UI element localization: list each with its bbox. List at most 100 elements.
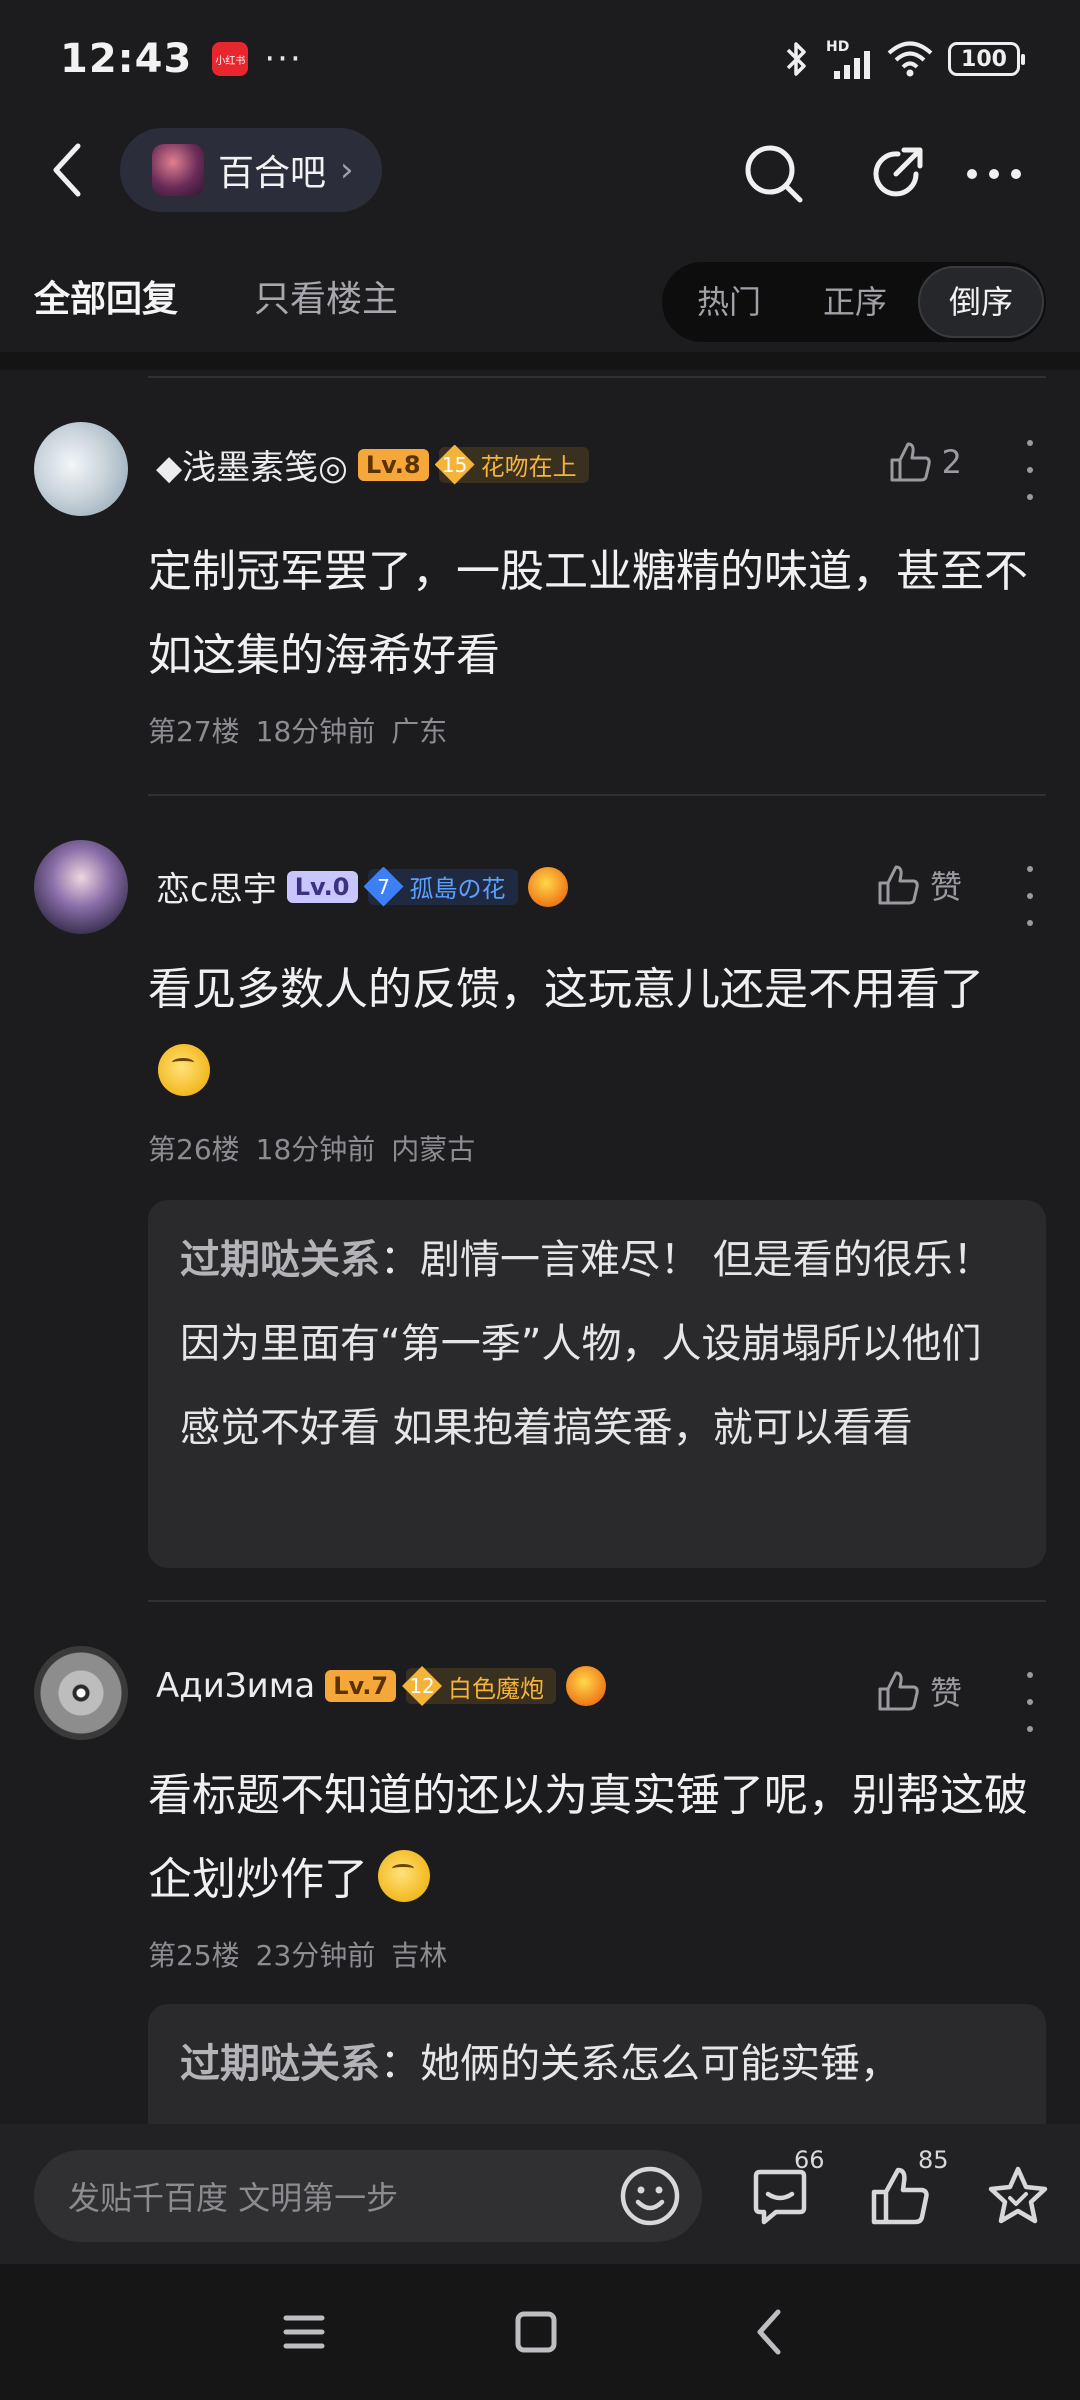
square-icon bbox=[515, 2311, 557, 2353]
post-location: 广东 bbox=[391, 715, 448, 748]
avatar[interactable] bbox=[34, 840, 128, 934]
sub-reply-box[interactable]: 过期哒关系：剧情一言难尽！ 但是看的很乐！ 因为里面有“第一季”人物，人设崩塌所… bbox=[148, 1200, 1046, 1568]
forum-button[interactable]: 百合吧 › bbox=[120, 128, 382, 212]
reply-input-placeholder: 发贴千百度 文明第一步 bbox=[68, 2179, 399, 2217]
smirk-emoji-icon bbox=[378, 1850, 430, 1902]
comments-button[interactable]: 66 bbox=[744, 2146, 825, 2232]
cellular-signal-icon: HD bbox=[826, 39, 872, 79]
sort-hot-button[interactable]: 热门 bbox=[666, 266, 792, 338]
floor-number: 第27楼 bbox=[148, 715, 240, 748]
post-location: 内蒙古 bbox=[391, 1133, 476, 1166]
more-horizontal-icon bbox=[967, 169, 1021, 179]
xiaohongshu-app-icon: 小红书 bbox=[212, 42, 249, 76]
tab-all-replies[interactable]: 全部回复 bbox=[34, 270, 178, 322]
like-post-button[interactable]: 85 bbox=[864, 2146, 949, 2232]
status-bar: 12:43 小红书 ··· HD 100 bbox=[0, 0, 1080, 118]
post-content: 看见多数人的反馈，这玩意儿还是不用看了 bbox=[148, 948, 1038, 1116]
sort-ascending-button[interactable]: 正序 bbox=[792, 266, 918, 338]
reply-username[interactable]: 过期哒关系 bbox=[180, 2041, 380, 2087]
like-button[interactable]: 赞 bbox=[876, 1668, 962, 1714]
like-label: 赞 bbox=[929, 1674, 962, 1712]
chevron-left-icon bbox=[757, 2309, 781, 2355]
username[interactable]: ◆浅墨素笺◎ bbox=[156, 440, 348, 489]
divider bbox=[148, 1600, 1046, 1602]
reply-text: ：她俩的关系怎么可能实锤， bbox=[380, 2041, 900, 2087]
sub-reply-box[interactable]: 过期哒关系：她俩的关系怎么可能实锤， bbox=[148, 2004, 1046, 2144]
share-icon bbox=[873, 147, 923, 197]
status-time: 12:43 bbox=[60, 36, 193, 82]
wifi-icon bbox=[887, 41, 933, 77]
star-icon bbox=[988, 2166, 1048, 2224]
level-badge: Lv.0 bbox=[286, 870, 358, 903]
post-content: 定制冠军罢了，一股工业糖精的味道，甚至不如这集的海希好看 bbox=[148, 546, 1028, 681]
sub-reply: 过期哒关系：剧情一言难尽！ 但是看的很乐！ 因为里面有“第一季”人物，人设崩塌所… bbox=[180, 1218, 1014, 1470]
chevron-right-icon: › bbox=[340, 150, 354, 190]
post-text: 看见多数人的反馈，这玩意儿还是不用看了 bbox=[148, 964, 984, 1015]
post-more-button[interactable] bbox=[1020, 1672, 1040, 1732]
system-back-button[interactable] bbox=[736, 2298, 804, 2366]
honor-badge: 15 花吻在上 bbox=[434, 444, 589, 485]
divider bbox=[148, 376, 1046, 378]
tab-op-only[interactable]: 只看楼主 bbox=[254, 270, 398, 322]
chevron-left-icon bbox=[53, 143, 81, 197]
back-button[interactable] bbox=[36, 138, 100, 202]
username[interactable]: АдиЗима bbox=[156, 1666, 315, 1706]
recents-button[interactable] bbox=[270, 2298, 338, 2366]
emoji-badge-icon bbox=[566, 1666, 607, 1706]
honor-badge: 12 白色魔炮 bbox=[402, 1666, 557, 1706]
post-meta: 第25楼 23分钟前 吉林 bbox=[148, 1934, 447, 1974]
floor-number: 第26楼 bbox=[148, 1133, 240, 1166]
badge-text: 花吻在上 bbox=[480, 453, 577, 481]
sub-reply: 过期哒关系：她俩的关系怎么可能实锤， bbox=[180, 2022, 1014, 2106]
forum-avatar bbox=[152, 144, 204, 196]
post-location: 吉林 bbox=[391, 1939, 448, 1972]
thumbs-up-icon bbox=[878, 865, 919, 905]
emoji-button[interactable] bbox=[614, 2160, 686, 2232]
sort-descending-button[interactable]: 倒序 bbox=[918, 266, 1044, 338]
user-info-row: 恋c思宇 Lv.0 7 孤島の花 bbox=[156, 862, 568, 911]
like-count: 2 bbox=[941, 443, 962, 481]
home-button[interactable] bbox=[502, 2298, 570, 2366]
filter-row: 全部回复 只看楼主 热门 正序 倒序 bbox=[0, 250, 1080, 350]
top-nav: 百合吧 › bbox=[0, 120, 1080, 220]
forum-name: 百合吧 bbox=[218, 153, 327, 194]
post-more-button[interactable] bbox=[1020, 440, 1040, 500]
like-button[interactable]: 赞 bbox=[876, 862, 962, 908]
avatar[interactable] bbox=[34, 1646, 128, 1740]
smirk-emoji-icon bbox=[158, 1044, 210, 1096]
menu-icon bbox=[283, 2315, 325, 2349]
post-time: 18分钟前 bbox=[255, 1133, 376, 1166]
user-info-row: ◆浅墨素笺◎ Lv.8 15 花吻在上 bbox=[156, 440, 589, 489]
divider bbox=[148, 794, 1046, 796]
search-button[interactable] bbox=[742, 142, 806, 206]
section-gap bbox=[0, 352, 1080, 370]
like-count: 85 bbox=[918, 2146, 949, 2174]
post-more-button[interactable] bbox=[1020, 866, 1040, 926]
badge-level-icon: 12 bbox=[402, 1666, 443, 1706]
user-info-row: АдиЗима Lv.7 12 白色魔炮 bbox=[156, 1666, 607, 1706]
level-badge: Lv.7 bbox=[325, 1670, 397, 1702]
post-text: 看标题不知道的还以为真实锤了呢，别帮这破企划炒作了 bbox=[148, 1770, 1028, 1905]
thumbs-up-icon bbox=[878, 1671, 919, 1711]
sort-toggle: 热门 正序 倒序 bbox=[662, 262, 1046, 342]
like-button[interactable]: 2 bbox=[888, 440, 962, 484]
post-time: 23分钟前 bbox=[255, 1939, 376, 1972]
reply-input[interactable]: 发贴千百度 文明第一步 bbox=[34, 2150, 702, 2242]
system-navigation-bar bbox=[0, 2264, 1080, 2400]
reply-username[interactable]: 过期哒关系 bbox=[180, 1237, 380, 1283]
reply-input-bar: 发贴千百度 文明第一步 66 85 bbox=[0, 2124, 1080, 2264]
status-indicators: HD 100 bbox=[782, 39, 1025, 79]
badge-text: 孤島の花 bbox=[409, 875, 506, 903]
more-button[interactable] bbox=[962, 142, 1026, 206]
username[interactable]: 恋c思宇 bbox=[156, 862, 277, 911]
favorite-button[interactable] bbox=[982, 2160, 1054, 2232]
avatar[interactable] bbox=[34, 422, 128, 516]
bluetooth-icon bbox=[786, 42, 806, 76]
level-badge: Lv.8 bbox=[357, 448, 429, 481]
comment-count: 66 bbox=[794, 2146, 825, 2174]
floor-number: 第25楼 bbox=[148, 1939, 240, 1972]
like-label: 赞 bbox=[929, 868, 962, 906]
badge-level-icon: 15 bbox=[434, 444, 475, 485]
share-button[interactable] bbox=[866, 142, 930, 206]
post-time: 18分钟前 bbox=[255, 715, 376, 748]
